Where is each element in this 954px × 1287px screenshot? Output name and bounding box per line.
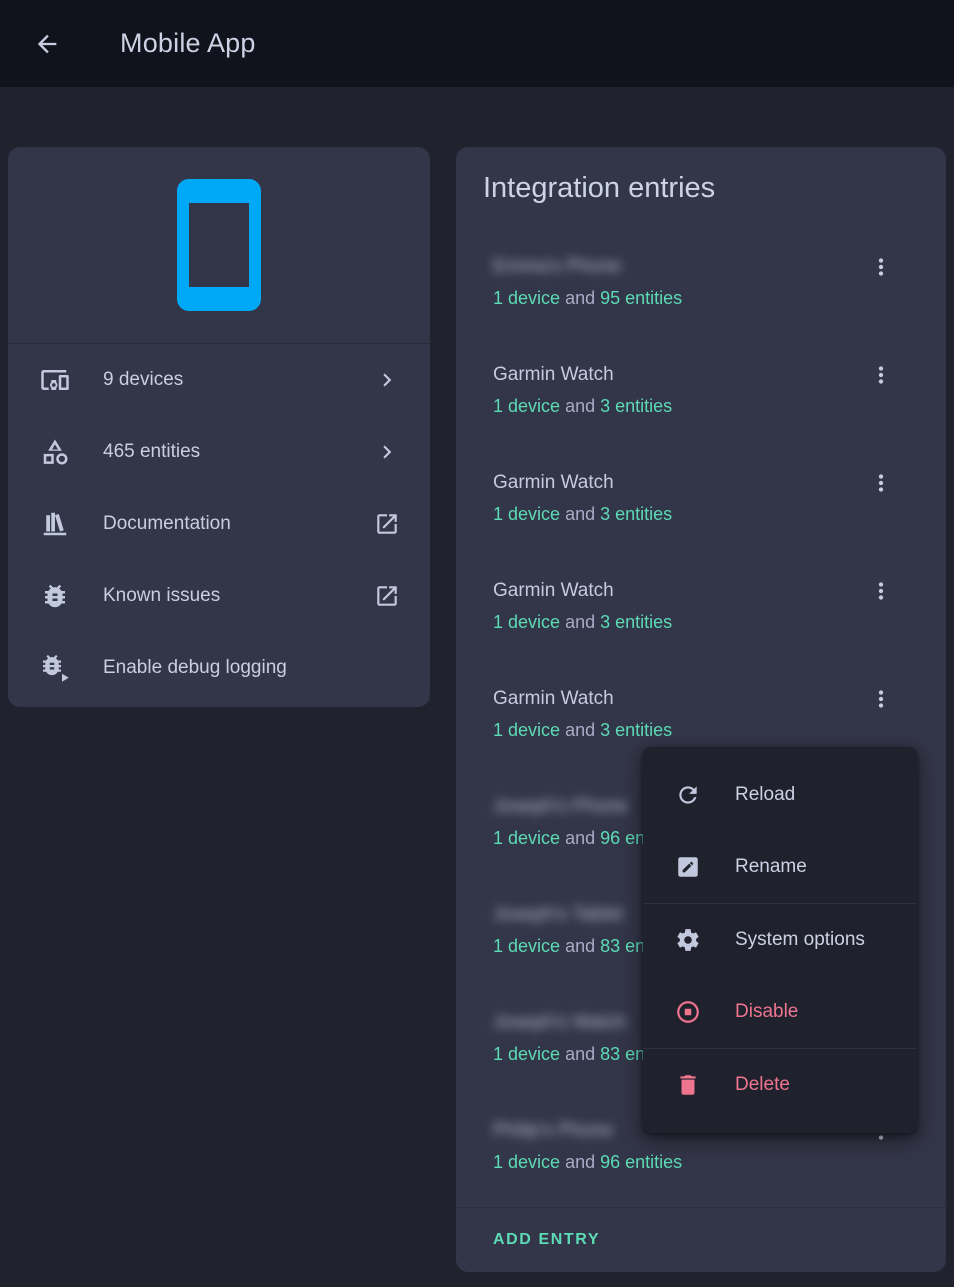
entry-subtitle: 1 device and 95 entities xyxy=(493,285,856,311)
menu-item-reload[interactable]: Reload xyxy=(643,759,917,831)
dots-vertical-icon xyxy=(868,578,894,604)
menu-item-label: Disable xyxy=(735,1001,798,1023)
entry-subtitle-conjunction: and xyxy=(565,1152,600,1172)
info-row-label: Enable debug logging xyxy=(103,657,400,679)
menu-item-disable[interactable]: Disable xyxy=(643,976,917,1048)
entry-menu-button[interactable] xyxy=(857,459,905,507)
dots-vertical-icon xyxy=(868,254,894,280)
info-row-documentation[interactable]: Documentation xyxy=(8,488,430,560)
entry-subtitle: 1 device and 3 entities xyxy=(493,717,856,743)
screen: Mobile App 9 devices 465 entities Docume… xyxy=(0,0,954,1287)
bug-icon xyxy=(40,581,70,611)
entry-subtitle-conjunction: and xyxy=(565,1044,600,1064)
entry-devices-link[interactable]: 1 device xyxy=(493,936,560,956)
entry-devices-link[interactable]: 1 device xyxy=(493,720,560,740)
menu-item-label: Delete xyxy=(735,1074,790,1096)
entry-entities-link[interactable]: 3 entities xyxy=(600,720,672,740)
entry-subtitle-conjunction: and xyxy=(565,828,600,848)
entries-card-title: Integration entries xyxy=(483,172,715,205)
shape-outline-icon xyxy=(40,437,70,467)
dots-vertical-icon xyxy=(868,470,894,496)
menu-item-label: Rename xyxy=(735,856,807,878)
menu-item-label: Reload xyxy=(735,784,795,806)
menu-item-delete[interactable]: Delete xyxy=(643,1049,917,1121)
bookshelf-icon xyxy=(40,509,70,539)
entry-entities-link[interactable]: 3 entities xyxy=(600,396,672,416)
chevron-right-icon xyxy=(374,439,400,465)
entry-devices-link[interactable]: 1 device xyxy=(493,828,560,848)
entry-devices-link[interactable]: 1 device xyxy=(493,1152,560,1172)
info-row-465-entities[interactable]: 465 entities xyxy=(8,416,430,488)
info-row-label: 465 entities xyxy=(103,441,374,463)
integration-entry: Garmin Watch 1 device and 3 entities xyxy=(456,336,946,444)
devices-icon xyxy=(40,365,70,395)
pencil-box-icon xyxy=(675,854,701,880)
entry-subtitle: 1 device and 3 entities xyxy=(493,393,856,419)
entry-subtitle: 1 device and 3 entities xyxy=(493,501,856,527)
menu-item-system-options[interactable]: System options xyxy=(643,904,917,976)
entry-context-menu: Reload Rename System options Disable Del… xyxy=(643,747,917,1133)
entry-devices-link[interactable]: 1 device xyxy=(493,504,560,524)
info-row-label: Known issues xyxy=(103,585,374,607)
menu-item-rename[interactable]: Rename xyxy=(643,831,917,903)
entry-name: Emma's Phone xyxy=(493,254,856,280)
entry-entities-link[interactable]: 95 entities xyxy=(600,288,682,308)
entry-subtitle-conjunction: and xyxy=(565,396,600,416)
add-entry-button[interactable]: ADD ENTRY xyxy=(456,1207,946,1272)
cog-icon xyxy=(675,927,701,953)
info-row-label: 9 devices xyxy=(103,369,374,391)
entry-subtitle-conjunction: and xyxy=(565,720,600,740)
cellphone-icon xyxy=(147,173,291,317)
reload-icon xyxy=(675,782,701,808)
entry-subtitle-conjunction: and xyxy=(565,288,600,308)
entry-menu-button[interactable] xyxy=(857,351,905,399)
entry-menu-button[interactable] xyxy=(857,567,905,615)
entry-entities-link[interactable]: 3 entities xyxy=(600,612,672,632)
entry-subtitle-conjunction: and xyxy=(565,936,600,956)
entry-devices-link[interactable]: 1 device xyxy=(493,396,560,416)
delete-icon xyxy=(675,1072,701,1098)
entry-name: Garmin Watch xyxy=(493,470,856,496)
entry-entities-link[interactable]: 96 entities xyxy=(600,1152,682,1172)
info-list: 9 devices 465 entities Documentation Kno… xyxy=(8,344,430,704)
entry-name: Garmin Watch xyxy=(493,362,856,388)
bug-play-icon xyxy=(40,653,70,683)
entry-name: Garmin Watch xyxy=(493,686,856,712)
arrow-left-icon xyxy=(33,30,61,58)
dots-vertical-icon xyxy=(868,362,894,388)
entry-subtitle: 1 device and 96 entities xyxy=(493,1149,856,1175)
info-row-9-devices[interactable]: 9 devices xyxy=(8,344,430,416)
stop-circle-outline-icon xyxy=(675,999,701,1025)
entry-subtitle-conjunction: and xyxy=(565,612,600,632)
integration-info-card: 9 devices 465 entities Documentation Kno… xyxy=(8,147,430,707)
info-row-enable-debug-logging[interactable]: Enable debug logging xyxy=(8,632,430,704)
info-row-known-issues[interactable]: Known issues xyxy=(8,560,430,632)
context-menu-list: Reload Rename System options Disable Del… xyxy=(643,759,917,1121)
entry-subtitle-conjunction: and xyxy=(565,504,600,524)
app-header: Mobile App xyxy=(0,0,954,87)
chevron-right-icon xyxy=(374,367,400,393)
entry-menu-button[interactable] xyxy=(857,243,905,291)
entry-devices-link[interactable]: 1 device xyxy=(493,288,560,308)
entry-menu-button[interactable] xyxy=(857,675,905,723)
open-in-new-icon xyxy=(374,583,400,609)
dots-vertical-icon xyxy=(868,686,894,712)
integration-entry: Garmin Watch 1 device and 3 entities xyxy=(456,444,946,552)
integration-hero xyxy=(8,147,430,343)
info-row-label: Documentation xyxy=(103,513,374,535)
entry-name: Garmin Watch xyxy=(493,578,856,604)
integration-entry: Garmin Watch 1 device and 3 entities xyxy=(456,552,946,660)
entry-devices-link[interactable]: 1 device xyxy=(493,612,560,632)
menu-item-label: System options xyxy=(735,929,865,951)
page-title: Mobile App xyxy=(120,28,256,59)
integration-entry: Emma's Phone 1 device and 95 entities xyxy=(456,228,946,336)
entry-subtitle: 1 device and 3 entities xyxy=(493,609,856,635)
back-button[interactable] xyxy=(23,20,71,68)
open-in-new-icon xyxy=(374,511,400,537)
entry-devices-link[interactable]: 1 device xyxy=(493,1044,560,1064)
entry-entities-link[interactable]: 3 entities xyxy=(600,504,672,524)
